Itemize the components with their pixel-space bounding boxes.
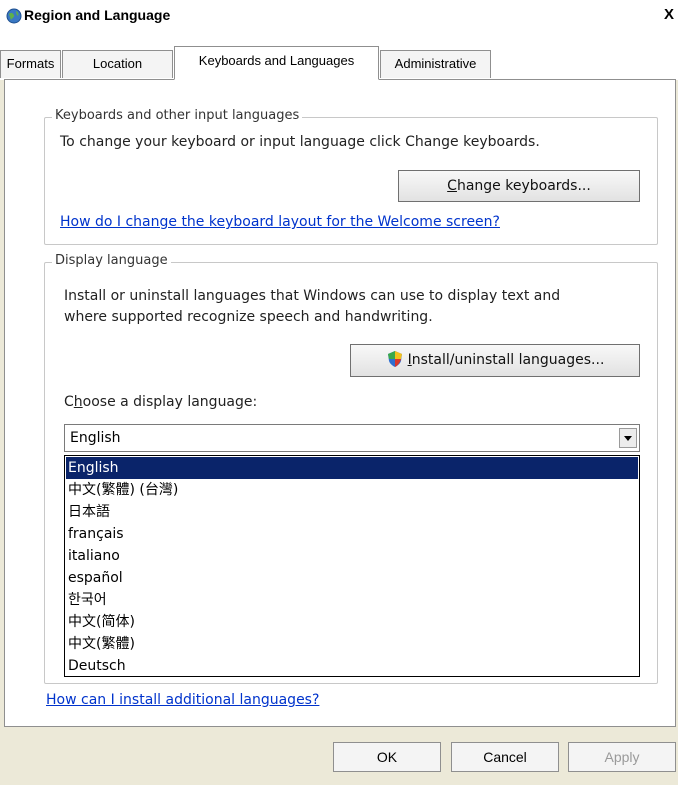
change-keyboards-button[interactable]: Change keyboards... — [398, 170, 640, 202]
change-keyboards-accel: C — [447, 178, 457, 194]
language-option-chinese-simplified[interactable]: 中文(简体) — [66, 611, 638, 633]
tab-keyboards-and-languages[interactable]: Keyboards and Languages — [174, 46, 379, 80]
install-additional-languages-link[interactable]: How can I install additional languages? — [46, 692, 319, 708]
title-bar: Region and Language X — [0, 0, 678, 30]
language-option-french[interactable]: français — [66, 523, 638, 545]
display-description-line1: Install or uninstall languages that Wind… — [64, 288, 561, 304]
tab-administrative[interactable]: Administrative — [380, 50, 491, 78]
language-option-german[interactable]: Deutsch — [66, 655, 638, 677]
globe-icon — [6, 8, 22, 24]
language-option-spanish[interactable]: español — [66, 567, 638, 589]
language-option-chinese-traditional-taiwan[interactable]: 中文(繁體) (台灣) — [66, 479, 638, 501]
chevron-down-icon — [624, 436, 632, 441]
change-keyboards-label: hange keyboards... — [456, 178, 591, 194]
install-uninstall-languages-button[interactable]: Install/uninstall languages... — [350, 344, 640, 377]
choose-label-prefix: C — [64, 394, 74, 410]
install-label: nstall/uninstall languages... — [411, 352, 605, 368]
language-option-chinese-traditional[interactable]: 中文(繁體) — [66, 633, 638, 655]
welcome-screen-keyboard-link[interactable]: How do I change the keyboard layout for … — [60, 214, 500, 230]
language-option-japanese[interactable]: 日本語 — [66, 501, 638, 523]
display-language-select[interactable]: English — [64, 424, 640, 452]
tab-location[interactable]: Location — [62, 50, 173, 78]
display-language-select-value: English — [70, 430, 121, 446]
display-language-dropdown-list: English 中文(繁體) (台灣) 日本語 français italian… — [64, 455, 640, 677]
language-option-english[interactable]: English — [66, 457, 638, 479]
choose-label-accel: h — [73, 394, 83, 410]
ok-button[interactable]: OK — [333, 742, 441, 772]
dropdown-arrow-button[interactable] — [619, 428, 637, 448]
display-description-line2: where supported recognize speech and han… — [64, 309, 433, 325]
keyboards-description: To change your keyboard or input languag… — [60, 134, 540, 150]
display-language-legend: Display language — [52, 253, 171, 268]
apply-button[interactable]: Apply — [568, 742, 676, 772]
language-option-korean[interactable]: 한국어 — [66, 589, 638, 611]
shield-icon — [387, 351, 402, 367]
tab-formats[interactable]: Formats — [0, 50, 61, 78]
window-title: Region and Language — [24, 7, 171, 23]
choose-display-language-label: Choose a display language: — [64, 392, 257, 413]
language-option-italian[interactable]: italiano — [66, 545, 638, 567]
keyboards-group-legend: Keyboards and other input languages — [52, 108, 303, 123]
cancel-button[interactable]: Cancel — [451, 742, 559, 772]
choose-label-rest: oose a display language: — [82, 394, 258, 410]
close-button[interactable]: X — [662, 6, 676, 24]
